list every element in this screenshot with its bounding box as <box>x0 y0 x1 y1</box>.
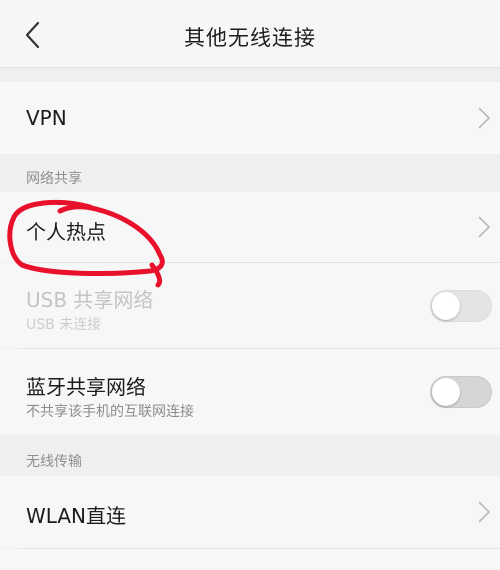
bluetooth-sharing-toggle[interactable] <box>430 376 492 408</box>
toggle-knob <box>432 378 460 406</box>
bluetooth-sharing-status: 不共享该手机的互联网连接 <box>26 404 194 420</box>
section-label-wireless-transfer: 无线传输 <box>26 454 82 470</box>
hotspot-row[interactable]: 个人热点 <box>0 192 500 262</box>
usb-sharing-row: USB 共享网络 USB 未连接 <box>0 263 500 348</box>
wlan-direct-label: WLAN直连 <box>26 504 127 528</box>
bluetooth-sharing-row[interactable]: 蓝牙共享网络 不共享该手机的互联网连接 <box>0 349 500 435</box>
usb-sharing-status: USB 未连接 <box>26 317 102 333</box>
chevron-right-icon <box>478 501 491 523</box>
app-header: 其他无线连接 <box>0 0 500 68</box>
vpn-label: VPN <box>26 106 67 130</box>
page-title: 其他无线连接 <box>184 26 316 50</box>
hotspot-label: 个人热点 <box>26 220 106 244</box>
next-row-partial[interactable] <box>0 549 500 570</box>
vpn-row[interactable]: VPN <box>0 82 500 154</box>
section-label-network-sharing: 网络共享 <box>26 171 82 187</box>
usb-sharing-toggle[interactable] <box>430 290 492 322</box>
wlan-direct-row[interactable]: WLAN直连 <box>0 476 500 548</box>
chevron-right-icon <box>478 107 491 129</box>
usb-sharing-label: USB 共享网络 <box>26 288 154 312</box>
chevron-right-icon <box>478 216 491 238</box>
bluetooth-sharing-label: 蓝牙共享网络 <box>26 375 146 399</box>
toggle-knob <box>432 292 460 320</box>
